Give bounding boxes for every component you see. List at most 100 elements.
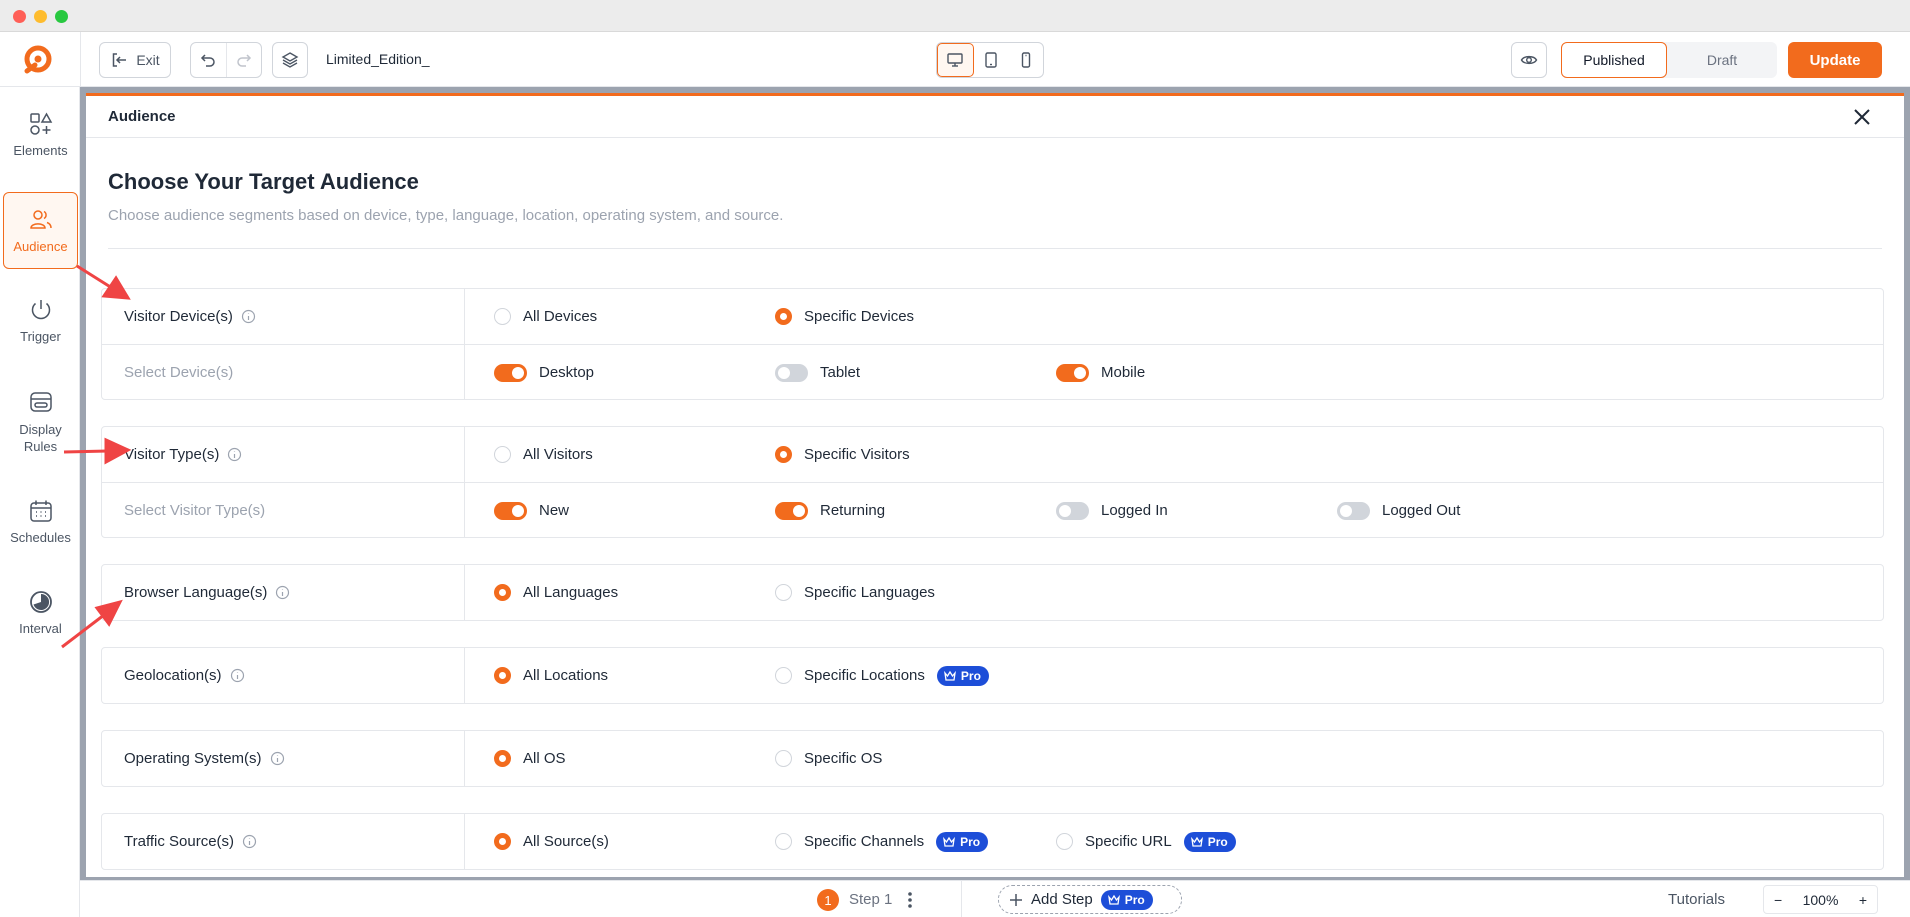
- specific-locations-option[interactable]: Specific Locations Pro: [775, 648, 989, 703]
- add-step-button[interactable]: Add Step Pro: [998, 885, 1182, 914]
- all-os-radio[interactable]: [494, 750, 511, 767]
- traffic-source-row: Traffic Source(s) All Source(s) Specific…: [102, 814, 1883, 869]
- layers-button[interactable]: [272, 42, 308, 78]
- specific-channels-radio[interactable]: [775, 833, 792, 850]
- update-button[interactable]: Update: [1788, 42, 1882, 78]
- all-languages-radio[interactable]: [494, 584, 511, 601]
- visitor-type-label: Visitor Type(s): [124, 427, 242, 482]
- bottom-bar-divider: [961, 881, 962, 917]
- draft-button[interactable]: Draft: [1667, 42, 1777, 78]
- all-devices-option[interactable]: All Devices: [494, 289, 597, 344]
- specific-visitors-option[interactable]: Specific Visitors: [775, 427, 910, 482]
- sidebar-item-display-rules[interactable]: Display Rules: [3, 389, 78, 455]
- specific-devices-option[interactable]: Specific Devices: [775, 289, 914, 344]
- undo-redo-group: [190, 42, 262, 78]
- published-button[interactable]: Published: [1561, 42, 1667, 78]
- window-titlebar: [0, 0, 1910, 32]
- sidebar-item-elements[interactable]: Elements: [3, 111, 78, 158]
- all-sources-radio[interactable]: [494, 833, 511, 850]
- geolocation-row: Geolocation(s) All Locations Specific Lo…: [102, 648, 1883, 703]
- info-icon[interactable]: [270, 751, 285, 766]
- returning-visitor-toggle-option[interactable]: Returning: [775, 483, 885, 538]
- layers-icon: [281, 52, 299, 68]
- app-logo-icon[interactable]: [21, 43, 55, 77]
- specific-os-option[interactable]: Specific OS: [775, 731, 882, 786]
- info-icon[interactable]: [241, 309, 256, 324]
- specific-visitors-radio[interactable]: [775, 446, 792, 463]
- operating-system-row: Operating System(s) All OS Specific OS: [102, 731, 1883, 786]
- specific-locations-radio[interactable]: [775, 667, 792, 684]
- new-visitor-toggle[interactable]: [494, 501, 527, 520]
- info-icon[interactable]: [230, 668, 245, 683]
- operating-system-label: Operating System(s): [124, 731, 285, 786]
- sidebar-item-label: Interval: [19, 621, 62, 636]
- tutorials-link[interactable]: Tutorials: [1668, 891, 1725, 908]
- exit-button[interactable]: Exit: [99, 42, 171, 78]
- info-icon[interactable]: [275, 585, 290, 600]
- info-icon[interactable]: [227, 447, 242, 462]
- specific-url-radio[interactable]: [1056, 833, 1073, 850]
- zoom-out-button[interactable]: −: [1774, 892, 1782, 908]
- more-options-icon[interactable]: [903, 888, 917, 912]
- all-locations-radio[interactable]: [494, 667, 511, 684]
- mobile-toggle-option[interactable]: Mobile: [1056, 345, 1145, 400]
- minimize-window-button[interactable]: [34, 10, 47, 23]
- specific-languages-radio[interactable]: [775, 584, 792, 601]
- zoom-level: 100%: [1802, 891, 1839, 908]
- close-window-button[interactable]: [13, 10, 26, 23]
- specific-languages-option[interactable]: Specific Languages: [775, 565, 935, 620]
- info-icon[interactable]: [242, 834, 257, 849]
- sidebar-item-trigger[interactable]: Trigger: [3, 297, 78, 344]
- specific-devices-radio[interactable]: [775, 308, 792, 325]
- all-visitors-option[interactable]: All Visitors: [494, 427, 593, 482]
- page-name[interactable]: Limited_Edition_: [326, 51, 430, 67]
- logged-in-toggle-option[interactable]: Logged In: [1056, 483, 1168, 538]
- zoom-control: − 100% +: [1763, 885, 1878, 914]
- logged-in-toggle[interactable]: [1056, 501, 1089, 520]
- maximize-window-button[interactable]: [55, 10, 68, 23]
- tablet-preview-button[interactable]: [974, 43, 1009, 77]
- exit-label: Exit: [136, 52, 160, 68]
- specific-os-radio[interactable]: [775, 750, 792, 767]
- logged-out-toggle-option[interactable]: Logged Out: [1337, 483, 1460, 538]
- specific-url-option[interactable]: Specific URL Pro: [1056, 814, 1236, 869]
- new-visitor-toggle-option[interactable]: New: [494, 483, 569, 538]
- sidebar-item-interval[interactable]: Interval: [3, 589, 78, 636]
- undo-button[interactable]: [191, 43, 227, 77]
- geolocation-card: Geolocation(s) All Locations Specific Lo…: [101, 647, 1884, 704]
- all-os-option[interactable]: All OS: [494, 731, 566, 786]
- all-devices-radio[interactable]: [494, 308, 511, 325]
- mobile-preview-button[interactable]: [1008, 43, 1043, 77]
- power-icon: [31, 300, 50, 320]
- sidebar-item-label: Schedules: [10, 530, 71, 545]
- sidebar-item-audience[interactable]: Audience: [3, 192, 78, 269]
- preview-button[interactable]: [1511, 42, 1547, 78]
- all-locations-option[interactable]: All Locations: [494, 648, 608, 703]
- returning-visitor-toggle[interactable]: [775, 501, 808, 520]
- sidebar-item-label: Trigger: [20, 329, 61, 344]
- tablet-toggle-option[interactable]: Tablet: [775, 345, 860, 400]
- step-tab[interactable]: Step 1: [849, 891, 892, 908]
- specific-channels-option[interactable]: Specific Channels Pro: [775, 814, 989, 869]
- close-icon[interactable]: [1850, 105, 1874, 129]
- traffic-source-card: Traffic Source(s) All Source(s) Specific…: [101, 813, 1884, 870]
- bottom-bar: 1 Step 1 Add Step Pro Tutorials − 100% +: [80, 880, 1910, 917]
- device-preview-switcher: [936, 42, 1044, 78]
- all-languages-option[interactable]: All Languages: [494, 565, 618, 620]
- all-sources-option[interactable]: All Source(s): [494, 814, 609, 869]
- all-visitors-radio[interactable]: [494, 446, 511, 463]
- desktop-preview-button[interactable]: [937, 43, 974, 77]
- exit-icon: [113, 53, 127, 67]
- logged-out-toggle[interactable]: [1337, 501, 1370, 520]
- redo-button[interactable]: [227, 43, 262, 77]
- zoom-in-button[interactable]: +: [1859, 892, 1867, 908]
- mobile-toggle[interactable]: [1056, 363, 1089, 382]
- plus-icon: [1010, 893, 1022, 906]
- geolocation-label: Geolocation(s): [124, 648, 245, 703]
- desktop-toggle[interactable]: [494, 363, 527, 382]
- desktop-toggle-option[interactable]: Desktop: [494, 345, 594, 400]
- sidebar-item-schedules[interactable]: Schedules: [3, 498, 78, 545]
- select-devices-label: Select Device(s): [124, 364, 234, 381]
- tablet-toggle[interactable]: [775, 363, 808, 382]
- tablet-icon: [985, 52, 997, 68]
